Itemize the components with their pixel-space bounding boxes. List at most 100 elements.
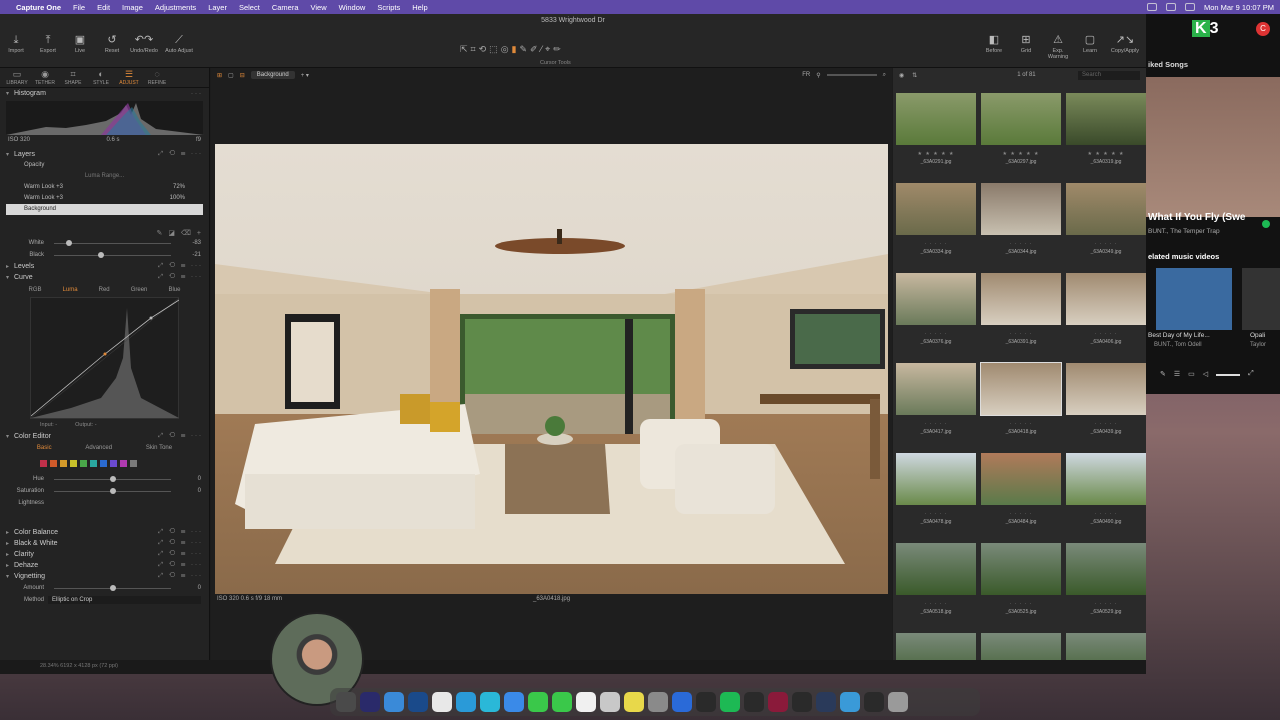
color-balance-header[interactable]: ▸ Color Balance ⤢ ⟲ ☰ ··· bbox=[0, 527, 209, 538]
thumbnail-rating[interactable]: · · · · · bbox=[980, 331, 1062, 337]
brush-tool-icon[interactable]: ✎ bbox=[520, 44, 528, 55]
liked-icon[interactable] bbox=[1262, 220, 1270, 228]
more-icon[interactable]: ⤢ ⟲ ☰ ··· bbox=[158, 540, 203, 547]
thumbnail-image[interactable] bbox=[896, 93, 976, 145]
black-value[interactable]: -21 bbox=[177, 252, 201, 258]
volume-slider[interactable] bbox=[1216, 374, 1241, 376]
layer-item[interactable]: Warm Look +3 100% bbox=[0, 193, 209, 204]
vignetting-header[interactable]: ▾ Vignetting ⤢ ⟲ ☰ ··· bbox=[0, 571, 209, 582]
dehaze-header[interactable]: ▸ Dehaze ⤢ ⟲ ☰ ··· bbox=[0, 560, 209, 571]
white-knob[interactable] bbox=[65, 239, 72, 246]
layer-ops-icon[interactable]: ⤢ ⟲ ☰ ··· bbox=[158, 151, 203, 158]
thumbnail-cell[interactable]: · · · · · _63A0518.jpg bbox=[895, 543, 979, 633]
gradient-tool-icon[interactable]: ⁄ bbox=[541, 44, 543, 55]
add-icon[interactable]: + ▾ bbox=[301, 72, 309, 79]
menu-window[interactable]: Window bbox=[339, 3, 366, 12]
browser-icon[interactable] bbox=[480, 692, 500, 712]
launchpad-icon[interactable] bbox=[360, 692, 380, 712]
notes-icon[interactable] bbox=[624, 692, 644, 712]
live-button[interactable]: ▣ Live bbox=[66, 32, 94, 54]
tab-library[interactable]: ▭ LIBRARY bbox=[3, 68, 31, 87]
thumbnail-cell[interactable]: · · · · · _63A0344.jpg bbox=[980, 183, 1064, 273]
edge-icon[interactable] bbox=[456, 692, 476, 712]
song-artist[interactable]: BUNT., The Temper Trap bbox=[1148, 228, 1220, 235]
picker-tool-icon[interactable]: ⌖ bbox=[545, 44, 550, 55]
thumbnail-image[interactable] bbox=[981, 633, 1061, 660]
fullscreen-icon[interactable]: ⤢ bbox=[1248, 370, 1254, 378]
white-value[interactable]: -83 bbox=[177, 240, 201, 246]
import-button[interactable]: ⤓ Import bbox=[2, 32, 30, 54]
terminal-icon[interactable] bbox=[744, 692, 764, 712]
undo-redo-button[interactable]: ↶↷ Undo/Redo bbox=[130, 32, 158, 54]
thumbnail-image[interactable] bbox=[981, 453, 1061, 505]
facetime-icon[interactable] bbox=[552, 692, 572, 712]
menu-help[interactable]: Help bbox=[412, 3, 427, 12]
thumbnail-image[interactable] bbox=[981, 543, 1061, 595]
thumbnail-image[interactable] bbox=[1066, 633, 1146, 660]
learn-button[interactable]: ▢ Learn bbox=[1076, 32, 1104, 60]
zoom-icon[interactable]: ⚲ bbox=[816, 72, 820, 79]
menu-scripts[interactable]: Scripts bbox=[377, 3, 400, 12]
more-icon[interactable]: ⤢ ⟲ ☰ ··· bbox=[158, 551, 203, 558]
battery-icon[interactable] bbox=[1165, 3, 1176, 11]
thumbnail-cell[interactable]: · · · · · _63A0391.jpg bbox=[980, 273, 1064, 363]
thumbnail-cell[interactable]: · · · · · _63A0525.jpg bbox=[980, 543, 1064, 633]
tab-adjust[interactable]: ☰ ADJUST bbox=[115, 68, 143, 87]
thumbnail-rating[interactable]: ★ ★ ★ ★ ★ bbox=[895, 151, 977, 157]
ce-tab-skin-tone[interactable]: Skin Tone bbox=[146, 445, 172, 451]
thumbnail-rating[interactable]: · · · · · bbox=[895, 511, 977, 517]
volume-icon[interactable]: ◁ bbox=[1203, 370, 1208, 378]
layers-header[interactable]: ▾ Layers ⤢ ⟲ ☰ ··· bbox=[0, 149, 209, 160]
thumbnail-cell[interactable]: ★ ★ ★ ★ ★ _63A0291.jpg bbox=[895, 93, 979, 183]
thumbnail-image[interactable] bbox=[1066, 183, 1146, 235]
thumbnail-image[interactable] bbox=[896, 453, 976, 505]
thumbnail-cell[interactable]: · · · · · _63A0376.jpg bbox=[895, 273, 979, 363]
app-icon[interactable] bbox=[768, 692, 788, 712]
lyrics-icon[interactable]: ✎ bbox=[1160, 370, 1166, 378]
xcode-icon[interactable] bbox=[672, 692, 692, 712]
thumbnail-image[interactable] bbox=[896, 273, 976, 325]
more-icon[interactable]: ⤢ ⟲ ☰ ··· bbox=[158, 529, 203, 536]
black-white-header[interactable]: ▸ Black & White ⤢ ⟲ ☰ ··· bbox=[0, 538, 209, 549]
stocks-icon[interactable] bbox=[792, 692, 812, 712]
thumbnail-rating[interactable]: · · · · · bbox=[895, 421, 977, 427]
ce-tab-advanced[interactable]: Advanced bbox=[85, 445, 112, 451]
reset-button[interactable]: ↺ Reset bbox=[98, 32, 126, 54]
thumbnail-rating[interactable]: ★ ★ ★ ★ ★ bbox=[1065, 151, 1146, 157]
thumbnail-rating[interactable]: · · · · · bbox=[980, 421, 1062, 427]
search-icon[interactable]: ⌕ bbox=[883, 72, 886, 79]
color-swatch[interactable] bbox=[50, 460, 57, 467]
more-icon[interactable]: ⤢ ⟲ ☰ ··· bbox=[158, 274, 203, 281]
annotate-tool-icon[interactable]: ✏ bbox=[553, 44, 561, 55]
thumbnail-rating[interactable]: · · · · · bbox=[1065, 601, 1146, 607]
activity-icon[interactable] bbox=[696, 692, 716, 712]
color-swatch[interactable] bbox=[120, 460, 127, 467]
single-view-icon[interactable]: ▢ bbox=[228, 72, 234, 79]
variant-select[interactable]: Background bbox=[250, 71, 295, 79]
color-swatch[interactable] bbox=[60, 460, 67, 467]
curve-tab-rgb[interactable]: RGB bbox=[29, 287, 42, 293]
grid-button[interactable]: ⊞ Grid bbox=[1012, 32, 1040, 60]
song-title[interactable]: What If You Fly (Swe bbox=[1148, 212, 1245, 223]
browser-icon[interactable] bbox=[840, 692, 860, 712]
tab-tether[interactable]: ◉ TETHER bbox=[31, 68, 59, 87]
tab-shape[interactable]: ⌗ SHAPE bbox=[59, 68, 87, 87]
pan-tool-icon[interactable]: ⇱ bbox=[460, 44, 468, 55]
saturation-value[interactable]: 0 bbox=[177, 488, 201, 494]
chrome-icon[interactable] bbox=[432, 692, 452, 712]
thumbnail-image[interactable] bbox=[896, 543, 976, 595]
more-icon[interactable]: ⤢ ⟲ ☰ ··· bbox=[158, 263, 203, 270]
device-icon[interactable]: ▭ bbox=[1188, 370, 1195, 378]
thumbnail-cell[interactable] bbox=[1065, 633, 1146, 660]
thumbnail-image[interactable] bbox=[981, 93, 1061, 145]
before-button[interactable]: ◧ Before bbox=[980, 32, 1008, 60]
thumbnail-cell[interactable]: · · · · · _63A0418.jpg bbox=[980, 362, 1064, 453]
color-swatch[interactable] bbox=[100, 460, 107, 467]
thumbnail-image[interactable] bbox=[981, 183, 1061, 235]
add-layer-icon[interactable]: + bbox=[197, 230, 201, 237]
menu-file[interactable]: File bbox=[73, 3, 85, 12]
thumbnail-image[interactable] bbox=[1066, 543, 1146, 595]
copy-apply-button[interactable]: ↗↘ Copy/Apply bbox=[1108, 32, 1142, 60]
lightness-slider[interactable]: Lightness bbox=[0, 497, 209, 509]
tab-refine[interactable]: ◌ REFINE bbox=[143, 68, 171, 87]
